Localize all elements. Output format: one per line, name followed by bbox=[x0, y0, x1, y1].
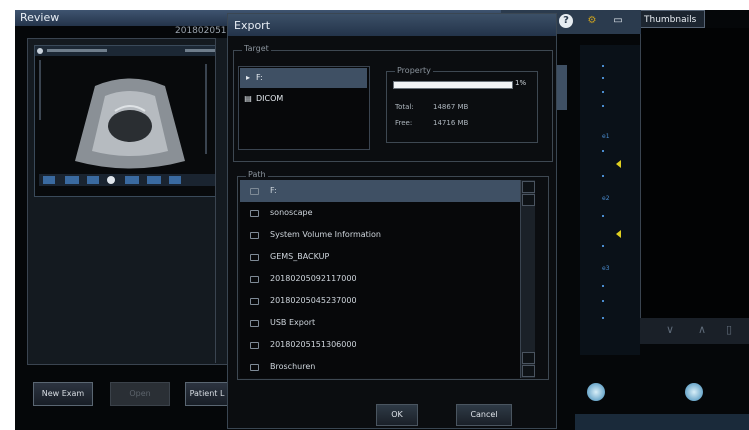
scale-label: e2 bbox=[602, 195, 610, 202]
focus-marker bbox=[616, 160, 621, 168]
free-label: Free: bbox=[395, 119, 413, 127]
path-item-label: System Volume Information bbox=[270, 230, 381, 239]
chevron-up-icon[interactable]: ∧ bbox=[698, 323, 706, 336]
scale-tick bbox=[602, 300, 604, 302]
scale-tick bbox=[602, 285, 604, 287]
refresh-icon[interactable] bbox=[587, 383, 605, 401]
path-item-label: 20180205045237000 bbox=[270, 296, 357, 305]
path-scrollbar[interactable] bbox=[520, 180, 535, 378]
scale-tick bbox=[602, 245, 604, 247]
open-button[interactable]: Open bbox=[110, 382, 170, 406]
folder-icon bbox=[250, 254, 259, 261]
path-item-label: USB Export bbox=[270, 318, 316, 327]
path-item-label: F: bbox=[270, 186, 277, 195]
path-legend: Path bbox=[246, 170, 268, 179]
depth-scale: e1 e2 e3 bbox=[580, 45, 640, 355]
folder-icon bbox=[250, 232, 259, 239]
path-item[interactable]: F: bbox=[240, 180, 520, 202]
export-title-bar: Export bbox=[228, 14, 556, 36]
delete-icon[interactable]: ▯ bbox=[726, 323, 732, 336]
patient-button[interactable]: Patient L bbox=[185, 382, 229, 406]
ultrasound-image bbox=[34, 45, 222, 197]
scale-tick bbox=[602, 175, 604, 177]
folder-icon bbox=[250, 320, 259, 327]
folder-icon bbox=[250, 298, 259, 305]
target-legend: Target bbox=[242, 44, 271, 53]
folder-icon bbox=[250, 364, 259, 371]
folder-icon bbox=[250, 342, 259, 349]
monitor-icon[interactable]: ▭ bbox=[611, 14, 625, 28]
export-dialog-title: Export bbox=[234, 19, 271, 32]
target-item-f[interactable]: ▸ F: bbox=[240, 68, 367, 88]
ok-button[interactable]: OK bbox=[376, 404, 418, 426]
path-item-label: GEMS_BACKUP bbox=[270, 252, 330, 261]
path-item[interactable]: sonoscape bbox=[240, 202, 520, 224]
background-button-edge bbox=[557, 65, 567, 110]
storage-usage-percent: 1% bbox=[515, 79, 527, 87]
ultrasound-screen: Review 20180205151 New Exam Open Patient… bbox=[15, 10, 749, 430]
target-item-label: F: bbox=[256, 73, 263, 82]
cancel-button[interactable]: Cancel bbox=[456, 404, 512, 426]
scale-tick bbox=[602, 91, 604, 93]
thumbnails-panel bbox=[640, 28, 749, 343]
focus-marker bbox=[616, 230, 621, 238]
target-list: ▸ F: ▤ DICOM bbox=[238, 66, 370, 150]
scale-tick bbox=[602, 77, 604, 79]
scale-tick bbox=[602, 317, 604, 319]
scale-tick bbox=[602, 150, 604, 152]
scroll-up-button[interactable] bbox=[522, 181, 535, 193]
dicom-server-icon: ▤ bbox=[244, 94, 252, 103]
path-item[interactable]: 20180205151306000 bbox=[240, 334, 520, 356]
path-item-label: Broschuren bbox=[270, 362, 316, 371]
target-item-label: DICOM bbox=[256, 94, 284, 103]
scale-tick bbox=[602, 105, 604, 107]
scroll-down-button-secondary[interactable] bbox=[522, 352, 535, 364]
scroll-down-button[interactable] bbox=[522, 365, 535, 377]
settings-icon[interactable]: ⚙ bbox=[585, 14, 599, 28]
total-value: 14867 MB bbox=[433, 103, 469, 111]
storage-usage-bar bbox=[393, 81, 513, 89]
storage-usage-fill bbox=[394, 82, 512, 88]
folder-icon bbox=[250, 276, 259, 283]
path-item[interactable]: GEMS_BACKUP bbox=[240, 246, 520, 268]
scale-label: e3 bbox=[602, 265, 610, 272]
folder-icon bbox=[250, 188, 259, 195]
review-image-thumbnail[interactable] bbox=[27, 38, 231, 365]
path-item[interactable]: USB Export bbox=[240, 312, 520, 334]
scroll-up-button-secondary[interactable] bbox=[522, 194, 535, 206]
scale-tick bbox=[602, 215, 604, 217]
path-item[interactable]: 20180205045237000 bbox=[240, 290, 520, 312]
scale-tick bbox=[602, 65, 604, 67]
property-group: Property 1% Total: 14867 MB Free: 14716 … bbox=[386, 66, 538, 143]
help-icon[interactable]: ? bbox=[559, 14, 573, 28]
status-strip bbox=[575, 414, 749, 430]
snowflake-icon[interactable] bbox=[685, 383, 703, 401]
new-exam-button[interactable]: New Exam bbox=[33, 382, 93, 406]
usb-drive-icon: ▸ bbox=[245, 73, 250, 82]
path-item-label: 20180205151306000 bbox=[270, 340, 357, 349]
property-legend: Property bbox=[395, 66, 433, 75]
export-dialog: Export Target ▸ F: ▤ DICOM Property 1% Tot… bbox=[227, 13, 557, 429]
chevron-down-icon[interactable]: ∨ bbox=[666, 323, 674, 336]
path-item[interactable]: System Volume Information bbox=[240, 224, 520, 246]
path-item-label: 20180205092117000 bbox=[270, 274, 357, 283]
target-item-dicom[interactable]: ▤ DICOM bbox=[240, 89, 367, 109]
scale-label: e1 bbox=[602, 133, 610, 140]
path-list: F: sonoscape System Volume Information G… bbox=[240, 180, 520, 378]
thumbnails-nav: ∨ ∧ ▯ bbox=[640, 318, 749, 344]
path-item[interactable]: 20180205092117000 bbox=[240, 268, 520, 290]
review-title: Review bbox=[20, 11, 60, 24]
free-value: 14716 MB bbox=[433, 119, 469, 127]
thumbnails-tab[interactable]: Thumbnails bbox=[640, 10, 705, 28]
path-item[interactable]: Broschuren bbox=[240, 356, 520, 378]
total-label: Total: bbox=[395, 103, 414, 111]
folder-icon bbox=[250, 210, 259, 217]
path-item-label: sonoscape bbox=[270, 208, 313, 217]
